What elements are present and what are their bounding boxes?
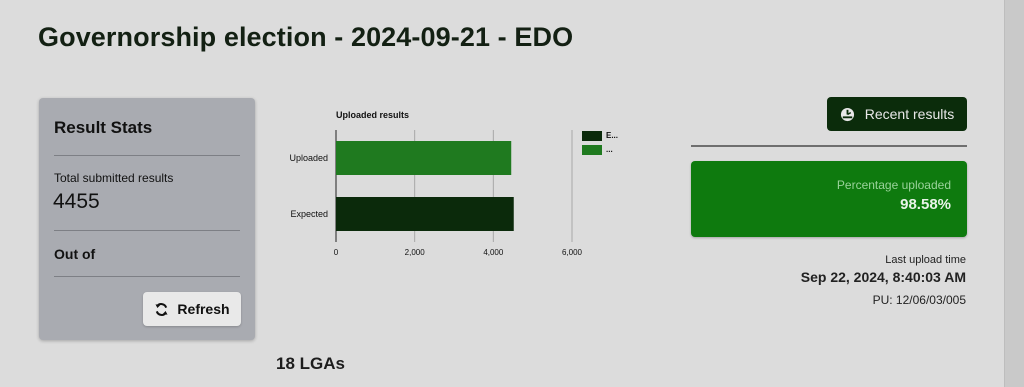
bar-uploaded: [336, 141, 512, 175]
percentage-uploaded-card: Percentage uploaded 98.58%: [691, 161, 967, 237]
recent-results-button[interactable]: Recent results: [827, 97, 967, 131]
lga-count: 18 LGAs: [276, 354, 345, 373]
legend-label: E...: [606, 131, 618, 140]
gauge-icon: [840, 107, 854, 121]
chart-svg: Uploaded results 0 2,000 4,000 6,000 Uploaded…: [289, 110, 618, 257]
divider: [54, 230, 240, 231]
page-title: Governorship election - 2024-09-21 - EDO: [38, 22, 574, 52]
percentage-uploaded-value: 98.58%: [900, 196, 951, 213]
stats-title: Result Stats: [54, 118, 153, 137]
window-edge: [1004, 0, 1024, 387]
category-label: Uploaded: [289, 153, 328, 163]
legend-label: ...: [606, 145, 613, 154]
refresh-button[interactable]: Refresh: [143, 292, 241, 326]
x-tick-label: 2,000: [405, 248, 426, 257]
percentage-uploaded-label: Percentage uploaded: [836, 178, 951, 192]
divider: [691, 145, 967, 147]
chart-title: Uploaded results: [336, 110, 409, 120]
x-tick-label: 4,000: [483, 248, 504, 257]
out-of-label: Out of: [54, 246, 96, 262]
last-upload-time: Sep 22, 2024, 8:40:03 AM: [800, 269, 966, 285]
x-tick-label: 0: [334, 248, 339, 257]
recent-results-label: Recent results: [864, 106, 955, 122]
legend-swatch: [582, 145, 602, 155]
last-upload-label: Last upload time: [885, 254, 966, 266]
total-submitted-value: 4455: [53, 190, 100, 213]
refresh-icon: [155, 302, 168, 316]
total-submitted-label: Total submitted results: [54, 171, 174, 185]
polling-unit-code: PU: 12/06/03/005: [872, 293, 966, 307]
x-tick-label: 6,000: [562, 248, 583, 257]
result-stats-card: Result Stats Total submitted results 445…: [39, 98, 255, 340]
divider: [54, 155, 240, 156]
category-label: Expected: [290, 209, 328, 219]
bar-expected: [336, 197, 514, 231]
refresh-label: Refresh: [177, 301, 230, 317]
uploaded-results-chart: Uploaded results 0 2,000 4,000 6,000 Uploaded…: [270, 100, 670, 270]
divider: [54, 276, 240, 277]
legend-swatch: [582, 131, 602, 141]
